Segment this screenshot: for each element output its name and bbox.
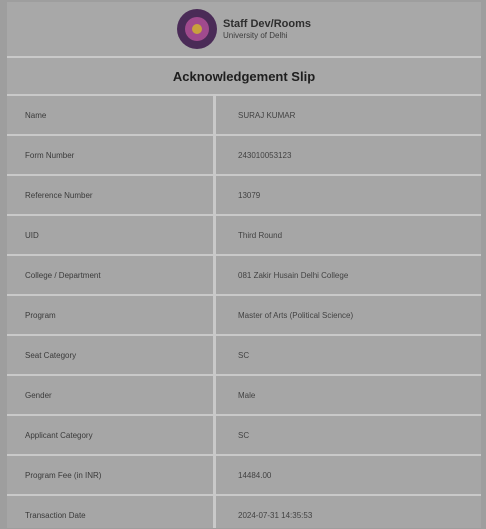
- details-table: Name SURAJ KUMAR Form Number 24301005312…: [7, 96, 481, 528]
- table-row: UID Third Round: [7, 216, 481, 256]
- acknowledgement-slip: Staff Dev/Rooms University of Delhi Ackn…: [7, 2, 481, 528]
- row-label: Transaction Date: [7, 496, 216, 528]
- row-value: SC: [216, 336, 481, 374]
- table-row: Seat Category SC: [7, 336, 481, 376]
- row-value: Male: [216, 376, 481, 414]
- row-value: Master of Arts (Political Science): [216, 296, 481, 334]
- row-value: 14484.00: [216, 456, 481, 494]
- table-row: Applicant Category SC: [7, 416, 481, 456]
- table-row: Form Number 243010053123: [7, 136, 481, 176]
- row-value: SC: [216, 416, 481, 454]
- brand-block: Staff Dev/Rooms University of Delhi: [223, 18, 311, 40]
- row-label: Reference Number: [7, 176, 216, 214]
- table-row: Gender Male: [7, 376, 481, 416]
- university-logo-icon: [176, 9, 217, 49]
- table-row: Name SURAJ KUMAR: [7, 96, 481, 136]
- row-label: UID: [7, 216, 216, 254]
- row-label: Name: [7, 96, 216, 134]
- table-row: Reference Number 13079: [7, 176, 481, 216]
- row-label: Form Number: [7, 136, 216, 174]
- slip-title: Acknowledgement Slip: [7, 58, 481, 96]
- row-value: SURAJ KUMAR: [216, 96, 481, 134]
- table-row: Program Fee (in INR) 14484.00: [7, 456, 481, 496]
- brand-name: Staff Dev/Rooms: [222, 18, 312, 31]
- row-label: Seat Category: [7, 336, 216, 374]
- row-value: 2024-07-31 14:35:53: [216, 496, 481, 528]
- row-label: Gender: [7, 376, 216, 414]
- slip-header: Staff Dev/Rooms University of Delhi: [7, 2, 481, 58]
- brand-subtitle: University of Delhi: [222, 30, 288, 40]
- row-value: Third Round: [216, 216, 481, 254]
- row-value: 243010053123: [216, 136, 481, 174]
- row-label: Applicant Category: [7, 416, 216, 454]
- table-row: College / Department 081 Zakir Husain De…: [7, 256, 481, 296]
- row-value: 13079: [216, 176, 481, 214]
- row-label: College / Department: [7, 256, 216, 294]
- table-row: Transaction Date 2024-07-31 14:35:53: [7, 496, 481, 528]
- row-label: Program: [7, 296, 216, 334]
- table-row: Program Master of Arts (Political Scienc…: [7, 296, 481, 336]
- row-label: Program Fee (in INR): [7, 456, 216, 494]
- row-value: 081 Zakir Husain Delhi College: [216, 256, 481, 294]
